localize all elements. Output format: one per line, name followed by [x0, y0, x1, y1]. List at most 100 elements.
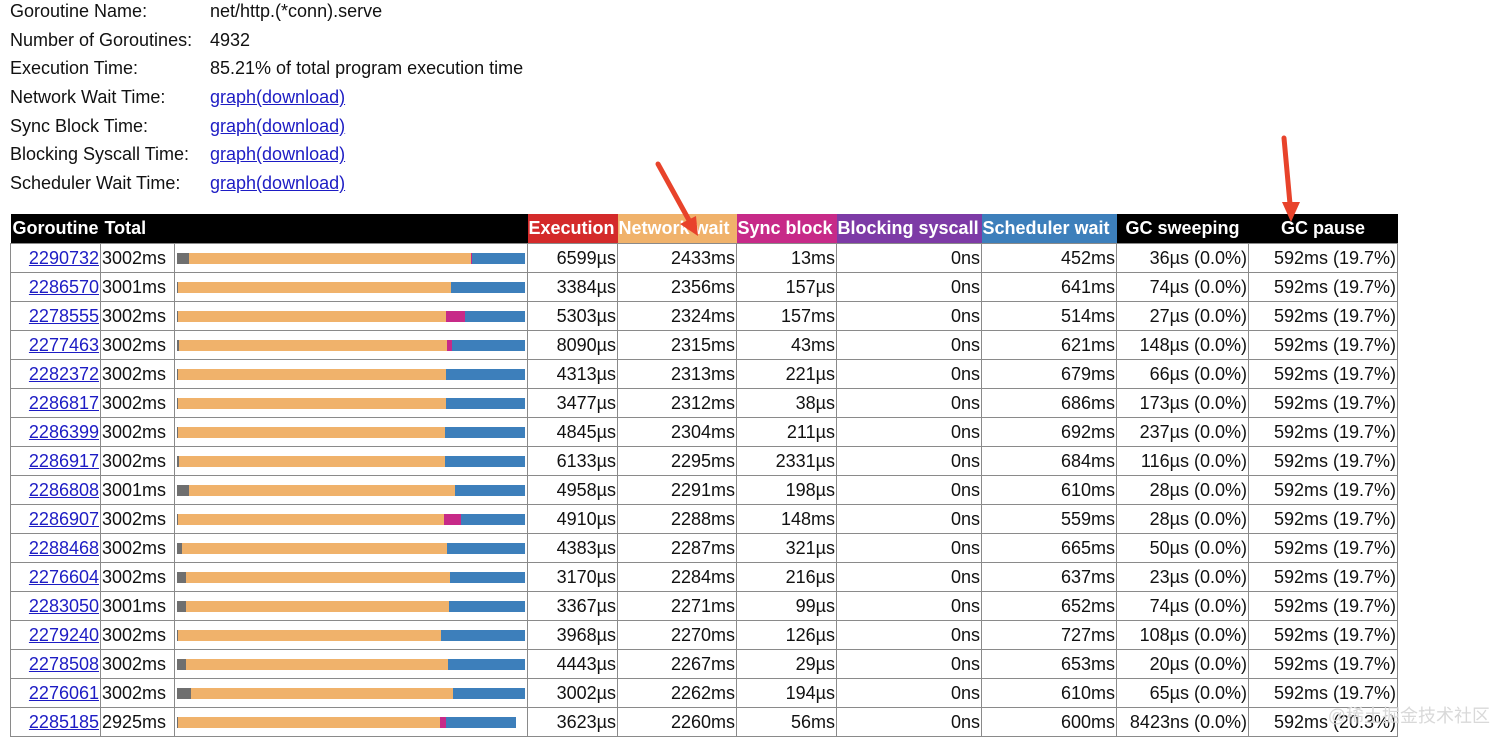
- cell-execution: 3367µs: [527, 591, 618, 621]
- cell-blocking-syscall: 0ns: [836, 562, 982, 592]
- goroutine-id-link[interactable]: 2286399: [29, 422, 99, 442]
- cell-total: 3002ms: [100, 649, 175, 679]
- blocking-syscall-graph-link[interactable]: graph: [210, 144, 256, 164]
- cell-network-wait: 2291ms: [617, 475, 737, 505]
- bar-segment-scheduler-wait: [446, 716, 517, 728]
- goroutine-id-link[interactable]: 2286570: [29, 277, 99, 297]
- cell-gc-sweeping: 23µs (0.0%): [1116, 562, 1249, 592]
- cell-goroutine-id: 2286808: [10, 475, 101, 505]
- cell-sync-block: 221µs: [736, 359, 837, 389]
- header-scheduler-wait[interactable]: Scheduler wait: [981, 214, 1117, 244]
- goroutine-id-link[interactable]: 2290732: [29, 248, 99, 268]
- cell-gc-pause: 592ms (19.7%): [1248, 504, 1398, 534]
- goroutine-id-link[interactable]: 2285185: [29, 712, 99, 732]
- goroutine-id-link[interactable]: 2276061: [29, 683, 99, 703]
- cell-blocking-syscall: 0ns: [836, 359, 982, 389]
- num-goroutines-value: 4932: [210, 29, 251, 50]
- goroutine-id-link[interactable]: 2286907: [29, 509, 99, 529]
- cell-network-wait: 2270ms: [617, 620, 737, 650]
- goroutine-id-link[interactable]: 2286817: [29, 393, 99, 413]
- goroutine-name-value: net/http.(*conn).serve: [210, 1, 383, 21]
- cell-sync-block: 126µs: [736, 620, 837, 650]
- sync-block-graph-link[interactable]: graph: [210, 116, 256, 136]
- goroutine-id-link[interactable]: 2278508: [29, 654, 99, 674]
- goroutine-id-link[interactable]: 2286917: [29, 451, 99, 471]
- cell-network-wait: 2287ms: [617, 533, 737, 563]
- cell-total: 3002ms: [100, 301, 175, 331]
- cell-sync-block: 216µs: [736, 562, 837, 592]
- goroutine-id-link[interactable]: 2282372: [29, 364, 99, 384]
- cell-goroutine-id: 2285185: [10, 707, 101, 737]
- header-gc-sweeping[interactable]: GC sweeping: [1116, 214, 1249, 244]
- table-row: 2286817 3002ms 3477µs 2312ms 38µs 0ns 686ms 173…: [10, 388, 1398, 418]
- cell-gc-pause: 592ms (19.7%): [1248, 475, 1398, 505]
- sync-block-download-link[interactable]: (download): [256, 116, 345, 136]
- bar-segment-sync-block: [446, 310, 466, 322]
- cell-time-bar: [174, 475, 528, 505]
- bar-segment-scheduler-wait: [452, 687, 525, 699]
- cell-time-bar: [174, 649, 528, 679]
- cell-blocking-syscall: 0ns: [836, 504, 982, 534]
- bar-segment-scheduler-wait: [445, 397, 525, 409]
- cell-network-wait: 2262ms: [617, 678, 737, 708]
- cell-gc-pause: 592ms (19.7%): [1248, 562, 1398, 592]
- cell-sync-block: 43ms: [736, 330, 837, 360]
- bar-segment-scheduler-wait: [448, 658, 525, 670]
- blocking-syscall-download-link[interactable]: (download): [256, 144, 345, 164]
- goroutine-id-link[interactable]: 2278555: [29, 306, 99, 326]
- cell-gc-pause: 592ms (19.7%): [1248, 649, 1398, 679]
- goroutine-id-link[interactable]: 2277463: [29, 335, 99, 355]
- time-breakdown-bar: [177, 339, 525, 351]
- cell-execution: 8090µs: [527, 330, 618, 360]
- cell-network-wait: 2433ms: [617, 243, 737, 273]
- header-total[interactable]: Total: [100, 214, 175, 244]
- cell-gc-sweeping: 108µs (0.0%): [1116, 620, 1249, 650]
- cell-time-bar: [174, 533, 528, 563]
- cell-total: 3002ms: [100, 446, 175, 476]
- cell-sync-block: 198µs: [736, 475, 837, 505]
- header-network-wait[interactable]: Network wait: [617, 214, 737, 244]
- scheduler-wait-links: graph(download): [210, 169, 345, 198]
- goroutine-id-link[interactable]: 2283050: [29, 596, 99, 616]
- bar-segment-network-wait: [178, 397, 446, 409]
- time-breakdown-bar: [177, 426, 525, 438]
- cell-scheduler-wait: 559ms: [981, 504, 1117, 534]
- cell-total: 3002ms: [100, 504, 175, 534]
- cell-scheduler-wait: 653ms: [981, 649, 1117, 679]
- goroutine-id-link[interactable]: 2288468: [29, 538, 99, 558]
- goroutine-id-link[interactable]: 2279240: [29, 625, 99, 645]
- header-goroutine[interactable]: Goroutine: [10, 214, 101, 244]
- cell-network-wait: 2284ms: [617, 562, 737, 592]
- cell-scheduler-wait: 641ms: [981, 272, 1117, 302]
- network-wait-graph-link[interactable]: graph: [210, 87, 256, 107]
- cell-total: 3002ms: [100, 562, 175, 592]
- cell-network-wait: 2315ms: [617, 330, 737, 360]
- network-wait-links: graph(download): [210, 83, 345, 112]
- cell-time-bar: [174, 417, 528, 447]
- num-goroutines-label: Number of Goroutines:: [10, 29, 193, 50]
- header-blocking-syscall[interactable]: Blocking syscall: [836, 214, 982, 244]
- cell-time-bar: [174, 388, 528, 418]
- header-execution[interactable]: Execution: [527, 214, 618, 244]
- table-row: 2276604 3002ms 3170µs 2284ms 216µs 0ns 637ms 23…: [10, 562, 1398, 592]
- bar-segment-execution: [177, 252, 190, 264]
- scheduler-wait-download-link[interactable]: (download): [256, 173, 345, 193]
- network-wait-download-link[interactable]: (download): [256, 87, 345, 107]
- time-breakdown-bar: [177, 368, 525, 380]
- table-row: 2286808 3001ms 4958µs 2291ms 198µs 0ns 610ms 28…: [10, 475, 1398, 505]
- goroutine-id-link[interactable]: 2276604: [29, 567, 99, 587]
- cell-blocking-syscall: 0ns: [836, 591, 982, 621]
- cell-execution: 3384µs: [527, 272, 618, 302]
- summary-row-goroutine-name: Goroutine Name: net/http.(*conn).serve: [10, 0, 523, 26]
- time-breakdown-bar: [177, 629, 525, 641]
- bar-segment-scheduler-wait: [450, 281, 525, 293]
- cell-gc-pause: 592ms (19.7%): [1248, 533, 1398, 563]
- scheduler-wait-graph-link[interactable]: graph: [210, 173, 256, 193]
- goroutine-id-link[interactable]: 2286808: [29, 480, 99, 500]
- bar-segment-network-wait: [178, 339, 447, 351]
- cell-goroutine-id: 2278555: [10, 301, 101, 331]
- bar-segment-scheduler-wait: [441, 629, 525, 641]
- header-gc-pause[interactable]: GC pause: [1248, 214, 1398, 244]
- header-sync-block[interactable]: Sync block: [736, 214, 837, 244]
- cell-goroutine-id: 2278508: [10, 649, 101, 679]
